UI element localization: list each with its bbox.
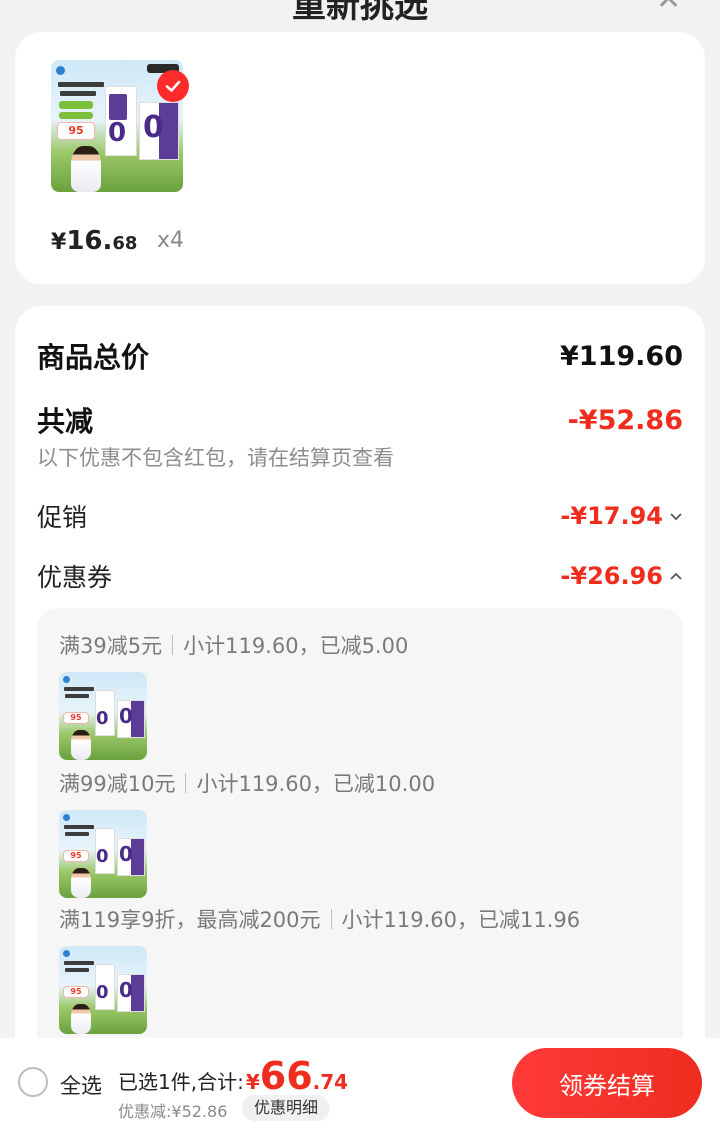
thumb-person (71, 868, 91, 898)
thumb-tag-1 (59, 101, 93, 109)
price-symbol: ¥ (51, 230, 67, 255)
thumb-person (71, 730, 91, 760)
thumb-zero-2: 0 (119, 978, 133, 1002)
select-all-label[interactable]: 全选 (60, 1070, 102, 1100)
thumb-zero-2: 0 (119, 704, 133, 728)
total-symbol: ¥ (245, 1070, 260, 1094)
close-icon[interactable]: ✕ (656, 0, 681, 17)
total-integer: 66 (259, 1054, 313, 1098)
thumb-text-1 (58, 82, 104, 87)
brand-logo-icon (63, 950, 70, 957)
thumb-badge: 95 (63, 712, 89, 724)
coupon-item: 满39减5元 小计119.60，已减5.00 (59, 630, 408, 660)
thumb-badge: 95 (57, 122, 95, 140)
discount-hint: 以下优惠不包含红包，请在结算页查看 (37, 446, 394, 470)
thumb-carton-label (109, 94, 127, 120)
coupon-rule: 满39减5元 (59, 634, 163, 658)
thumb-person (71, 1004, 91, 1034)
brand-logo-icon (63, 814, 70, 821)
discount-row: 共减 -¥52.86 (37, 400, 683, 440)
brand-logo-icon (63, 676, 70, 683)
thumb-text-1 (64, 825, 94, 829)
coupon-rule: 满119享9折，最高减200元 (59, 908, 321, 932)
coupon-detail: 小计119.60，已减11.96 (341, 908, 581, 932)
top-bar: 重新挑选 ✕ (0, 0, 720, 24)
coupon-detail: 小计119.60，已减10.00 (196, 772, 436, 796)
thumb-zero-2: 0 (119, 842, 133, 866)
summary-card: 商品总价 ¥119.60 共减 -¥52.86 以下优惠不包含红包，请在结算页查… (15, 306, 705, 1068)
promo-label: 促销 (37, 503, 88, 532)
coupon-detail-panel: 满39减5元 小计119.60，已减5.00 95 0 0 满99减10元 小计11… (37, 608, 683, 1068)
thumb-zero-1: 0 (96, 708, 109, 729)
divider (185, 773, 187, 793)
promo-row[interactable]: 促销 -¥17.94 (37, 498, 683, 534)
coupon-item: 满99减10元 小计119.60，已减10.00 (59, 768, 435, 798)
coupon-product-thumbnail[interactable]: 95 0 0 (59, 672, 147, 760)
thumb-text-1 (64, 687, 94, 691)
selected-total-label: 已选1件,合计: (118, 1070, 244, 1094)
select-all-radio[interactable] (18, 1067, 48, 1097)
thumb-tag-2 (59, 112, 93, 119)
price-integer: 16. (66, 226, 113, 256)
product-price: ¥16.68 (51, 226, 137, 256)
thumb-badge: 95 (63, 850, 89, 862)
coupon-row[interactable]: 优惠券 -¥26.96 (37, 558, 683, 594)
checkout-button[interactable]: 领券结算 (512, 1048, 702, 1118)
coupon-product-thumbnail[interactable]: 95 0 0 (59, 810, 147, 898)
discount-summary: 优惠减:¥52.86 (118, 1102, 228, 1121)
total-row: 商品总价 ¥119.60 (37, 336, 683, 376)
coupon-value-wrap: -¥26.96 (560, 562, 683, 590)
page-title: 重新挑选 (292, 0, 428, 24)
promo-value-wrap: -¥17.94 (560, 502, 683, 530)
coupon-detail: 小计119.60，已减5.00 (183, 634, 409, 658)
checkout-bar: 全选 已选1件,合计: ¥66.74 优惠减:¥52.86 优惠明细 领券结算 (0, 1038, 720, 1128)
product-card: 95 0 0 ¥16.68 x4 (15, 32, 705, 284)
thumb-person (71, 146, 101, 192)
divider (330, 909, 332, 929)
selected-check-icon[interactable] (157, 70, 189, 102)
thumb-zero-1: 0 (96, 982, 109, 1003)
discount-value: -¥52.86 (567, 404, 683, 436)
total-value: ¥119.60 (560, 340, 683, 372)
promo-value: -¥17.94 (560, 502, 663, 530)
coupon-value: -¥26.96 (560, 562, 663, 590)
coupon-item: 满119享9折，最高减200元 小计119.60，已减11.96 (59, 904, 580, 934)
thumb-text-2 (65, 968, 89, 972)
product-quantity: x4 (157, 228, 185, 253)
total-decimal: .74 (312, 1070, 349, 1094)
thumb-zero-1: 0 (108, 118, 127, 148)
chevron-up-icon (670, 572, 682, 580)
coupon-label: 优惠券 (37, 563, 113, 592)
brand-logo-icon (56, 66, 65, 75)
thumb-text-2 (65, 832, 89, 836)
price-decimal: 68 (112, 233, 138, 254)
selected-total: 已选1件,合计: ¥66.74 (118, 1054, 348, 1098)
thumb-text-2 (65, 694, 89, 698)
coupon-rule: 满99减10元 (59, 772, 176, 796)
chevron-down-icon (670, 513, 682, 521)
thumb-text-2 (60, 91, 96, 96)
discount-detail-button[interactable]: 优惠明细 (242, 1095, 331, 1121)
discount-label: 共减 (37, 405, 94, 438)
divider (172, 635, 174, 655)
thumb-zero-2: 0 (143, 110, 164, 145)
thumb-zero-1: 0 (96, 846, 109, 867)
thumb-badge: 95 (63, 986, 89, 998)
total-label: 商品总价 (37, 341, 150, 374)
coupon-product-thumbnail[interactable]: 95 0 0 (59, 946, 147, 1034)
thumb-text-1 (64, 961, 94, 965)
